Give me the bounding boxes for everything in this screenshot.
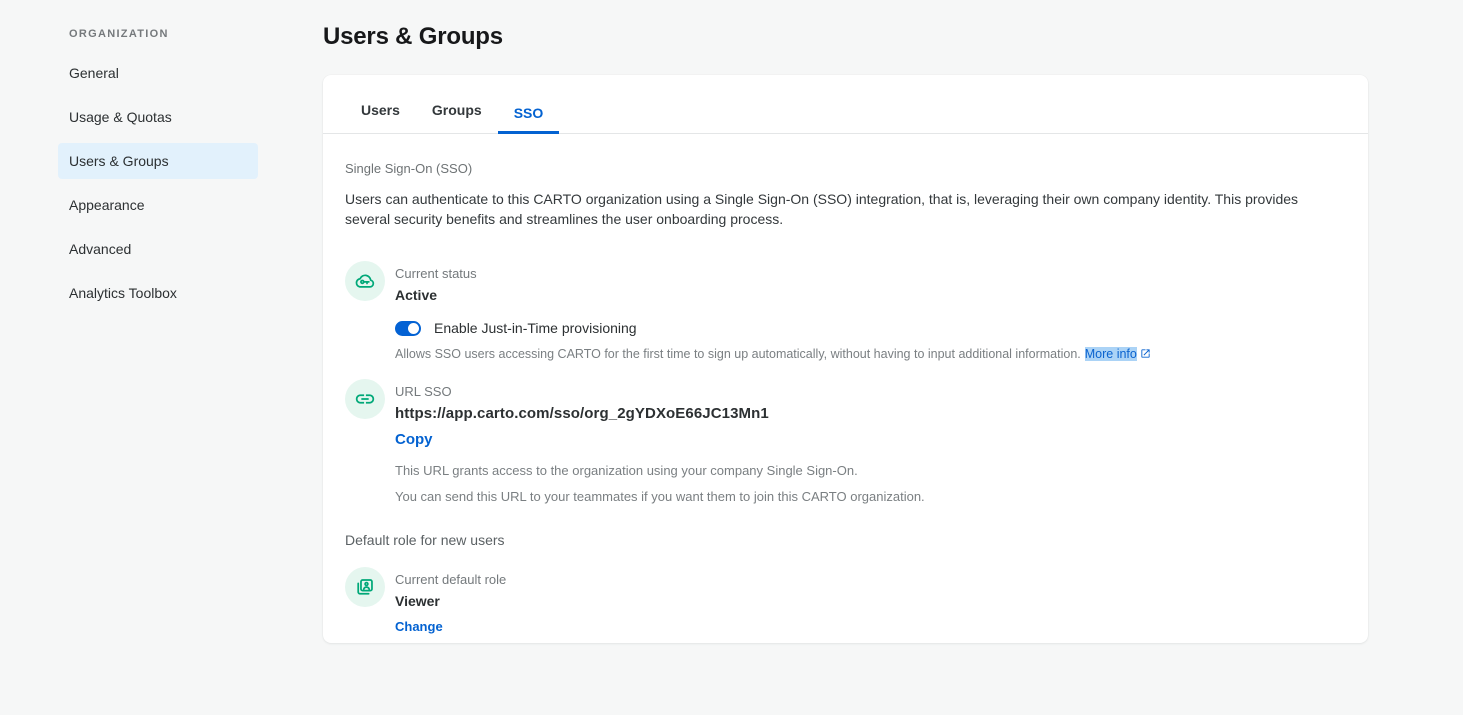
change-role-button[interactable]: Change <box>395 619 506 634</box>
link-icon <box>345 379 385 419</box>
url-helper-line1: This URL grants access to the organizati… <box>395 463 925 478</box>
page-title: Users & Groups <box>323 23 503 51</box>
sidebar-item-label: Users & Groups <box>69 153 169 169</box>
url-sso-text: URL SSO https://app.carto.com/sso/org_2g… <box>395 379 925 504</box>
tab-sso[interactable]: SSO <box>498 105 560 134</box>
tab-groups[interactable]: Groups <box>416 102 498 134</box>
url-sso-label: URL SSO <box>395 379 925 400</box>
sidebar-section-label: ORGANIZATION <box>58 28 258 40</box>
settings-sidebar: ORGANIZATION General Usage & Quotas User… <box>58 28 258 319</box>
url-sso-row: URL SSO https://app.carto.com/sso/org_2g… <box>345 379 1346 504</box>
sidebar-item-general[interactable]: General <box>58 55 258 91</box>
sidebar-item-label: Advanced <box>69 241 131 257</box>
default-role-row: Current default role Viewer Change <box>345 567 1346 634</box>
current-status-row: Current status Active <box>345 261 1346 304</box>
users-groups-card: Users Groups SSO Single Sign-On (SSO) Us… <box>323 75 1368 643</box>
jit-helper-text: Allows SSO users accessing CARTO for the… <box>395 347 1346 361</box>
external-link-icon <box>1140 348 1151 359</box>
default-role-label: Current default role <box>395 567 506 588</box>
jit-toggle-label: Enable Just-in-Time provisioning <box>434 320 637 336</box>
url-helper-line2: You can send this URL to your teammates … <box>395 489 925 504</box>
sso-panel: Single Sign-On (SSO) Users can authentic… <box>323 161 1368 634</box>
sidebar-item-label: Analytics Toolbox <box>69 285 177 301</box>
sso-description: Users can authenticate to this CARTO org… <box>345 189 1345 229</box>
jit-helper-body: Allows SSO users accessing CARTO for the… <box>395 347 1081 361</box>
sidebar-item-label: General <box>69 65 119 81</box>
cloud-key-icon <box>345 261 385 301</box>
default-role-section-title: Default role for new users <box>345 532 1346 548</box>
more-info-link[interactable]: More info <box>1085 347 1137 361</box>
sidebar-item-label: Appearance <box>69 197 145 213</box>
sidebar-item-usage-quotas[interactable]: Usage & Quotas <box>58 99 258 135</box>
default-role-text: Current default role Viewer Change <box>395 567 506 634</box>
url-sso-value: https://app.carto.com/sso/org_2gYDXoE66J… <box>395 405 925 422</box>
sidebar-item-advanced[interactable]: Advanced <box>58 231 258 267</box>
contact-badge-icon <box>345 567 385 607</box>
sidebar-item-label: Usage & Quotas <box>69 109 172 125</box>
jit-toggle[interactable] <box>395 321 421 336</box>
sidebar-item-users-groups[interactable]: Users & Groups <box>58 143 258 179</box>
current-status-label: Current status <box>395 261 477 282</box>
default-role-value: Viewer <box>395 592 506 610</box>
sso-section-title: Single Sign-On (SSO) <box>345 161 1346 176</box>
current-status-value: Active <box>395 286 477 304</box>
tab-users[interactable]: Users <box>345 102 416 134</box>
sidebar-item-appearance[interactable]: Appearance <box>58 187 258 223</box>
tab-bar: Users Groups SSO <box>323 75 1368 134</box>
sidebar-item-analytics-toolbox[interactable]: Analytics Toolbox <box>58 275 258 311</box>
copy-url-button[interactable]: Copy <box>395 431 925 448</box>
current-status-text: Current status Active <box>395 261 477 304</box>
jit-toggle-row: Enable Just-in-Time provisioning <box>395 320 1346 336</box>
jit-toggle-knob <box>408 323 419 334</box>
